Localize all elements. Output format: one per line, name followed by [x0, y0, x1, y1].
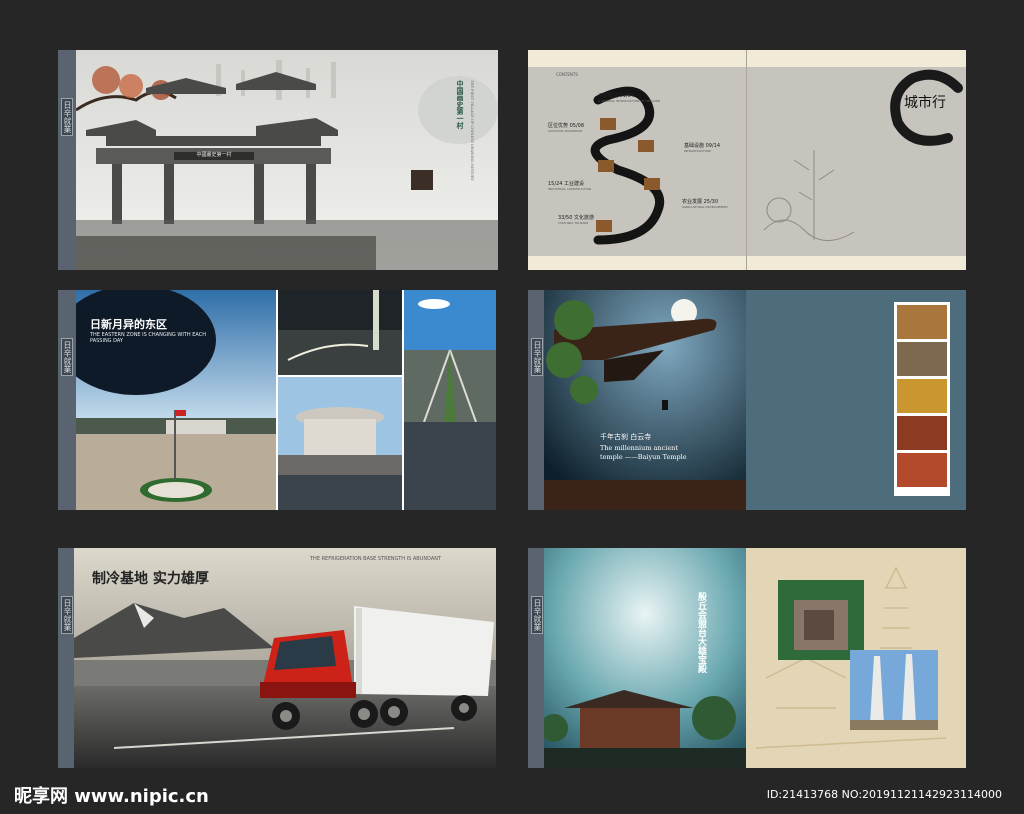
temple-night-scene: [544, 290, 746, 510]
toc-title: 33/50 文化旅游: [558, 215, 594, 221]
toc-item-3[interactable]: 基础设施 09/14 INFRASTRUCTURE: [684, 142, 744, 153]
sketch-illustration: [763, 150, 855, 241]
toc-sub: A GENERAL INTRODUCTION OF HESQUEN: [598, 99, 661, 103]
spread-tab: 日辛就業: [58, 50, 76, 270]
toc-title: 15/24 工业建设: [548, 181, 584, 187]
photo-strip: [894, 302, 950, 496]
site-watermark: 昵享网 www.nipic.cn: [14, 786, 209, 807]
contents-label: CONTENTS: [556, 72, 578, 77]
teal-hall-scene: [544, 548, 746, 768]
toc-title: 农业发展 25/30: [682, 199, 718, 205]
toc-sub: INFRASTRUCTURE: [684, 149, 711, 153]
tab-label: 日辛就業: [61, 98, 73, 136]
spread-temple-hall: 日辛就業 殷丘会盟台大雄宝殿: [528, 548, 966, 768]
bottom-strip: [528, 256, 966, 270]
tab-label: 日辛就業: [531, 338, 543, 376]
eastern-zone-text: [90, 348, 180, 378]
toc-sub: CULTURAL TOURISM: [558, 221, 589, 225]
avenue-text: [408, 428, 492, 468]
avenue-photo: [404, 290, 496, 422]
photo-thumb: [897, 305, 947, 339]
spread-refrigeration-base: 日辛就業 制冷基地 实力雄厚 THE REFRIGERATION BASE ST…: [58, 548, 496, 768]
toc-title: 基础设施 09/14: [684, 143, 720, 149]
toc-sub: AGRICULTURAL DEVELOPMENT: [682, 205, 728, 209]
toc-item-2[interactable]: 区位优势 05/08 LOCATION ADVANTAGE: [548, 122, 618, 133]
spread-baiyun-temple: 日辛就業 千年古刹 白云寺 The millennium ancient tem…: [528, 290, 966, 510]
photo-thumb: [897, 379, 947, 413]
twin-pagodas-photo: [850, 650, 938, 730]
toc-item-1[interactable]: 河权概况 01/04 A GENERAL INTRODUCTION OF HES…: [598, 92, 708, 103]
spread-contents: CONTENTS 河权概况 01/04 A GENERAL INTRODUCTI…: [528, 50, 966, 270]
image-id: ID:21413768 NO:20191121142923114000: [766, 788, 1002, 801]
spread-ink-gate: 日辛就業 中國畫史第一村 中国画史第一村 THE FIRST VILLAGE O…: [58, 50, 498, 270]
refrigeration-text: [310, 564, 490, 610]
subheadline: THE EASTERN ZONE IS CHANGING WITH EACH P…: [90, 332, 206, 344]
theater-photo: [278, 377, 402, 475]
gate-plaque: 中國畫史第一村: [196, 152, 232, 158]
caption-strip: [278, 475, 402, 510]
toc-item-6[interactable]: 33/50 文化旅游 CULTURAL TOURISM: [558, 214, 628, 225]
top-strip: [528, 50, 966, 67]
shrine-photo: [778, 580, 864, 660]
temple-title-en-1: The millennium ancient: [600, 444, 678, 452]
photo-thumb: [897, 453, 947, 487]
photo-thumb: [897, 342, 947, 376]
headline: 制冷基地 实力雄厚: [92, 571, 209, 587]
intro-text-block: [346, 72, 446, 252]
tab-label: 日辛就業: [61, 338, 73, 376]
page-fold: [746, 50, 747, 270]
temple-text-columns: [758, 312, 888, 502]
toc-sub: LOCATION ADVANTAGE: [548, 129, 583, 133]
english-title: THE REFRIGERATION BASE STRENGTH IS ABUND…: [310, 556, 442, 562]
toc-item-4[interactable]: 15/24 工业建设 INDUSTRIAL CONSTRUCTION: [548, 180, 618, 191]
road-night-photo: [278, 290, 402, 375]
hall-title-vertical: 殷丘会盟台大雄宝殿: [696, 592, 706, 673]
headline: 日新月异的东区: [90, 318, 167, 331]
toc-sub: INDUSTRIAL CONSTRUCTION: [548, 187, 592, 191]
seal-text: 城市行: [904, 95, 946, 111]
temple-title-en-2: temple ——Baiyun Temple: [600, 453, 687, 461]
toc-title: 区位优势 05/08: [548, 123, 584, 129]
temple-title-cn: 千年古刹 白云寺: [600, 433, 652, 441]
spread-tab: 日辛就業: [58, 290, 76, 510]
intro-text-columns: [798, 72, 878, 132]
toc-item-5[interactable]: 农业发展 25/30 AGRICULTURAL DEVELOPMENT: [682, 198, 746, 209]
spread-eastern-zone: 日辛就業 日新月异的东区 THE EASTERN ZONE IS CHANGIN…: [58, 290, 496, 510]
toc-title: 河权概况 01/04: [598, 93, 634, 99]
photo-thumb: [897, 416, 947, 450]
tab-label: 日辛就業: [531, 596, 543, 634]
english-title: THE FIRST VILLAGE OF CHINESE DRAWING HIS…: [470, 80, 474, 181]
headline-vertical: 中国画史第一村: [456, 80, 465, 129]
tab-label: 日辛就業: [61, 596, 73, 634]
